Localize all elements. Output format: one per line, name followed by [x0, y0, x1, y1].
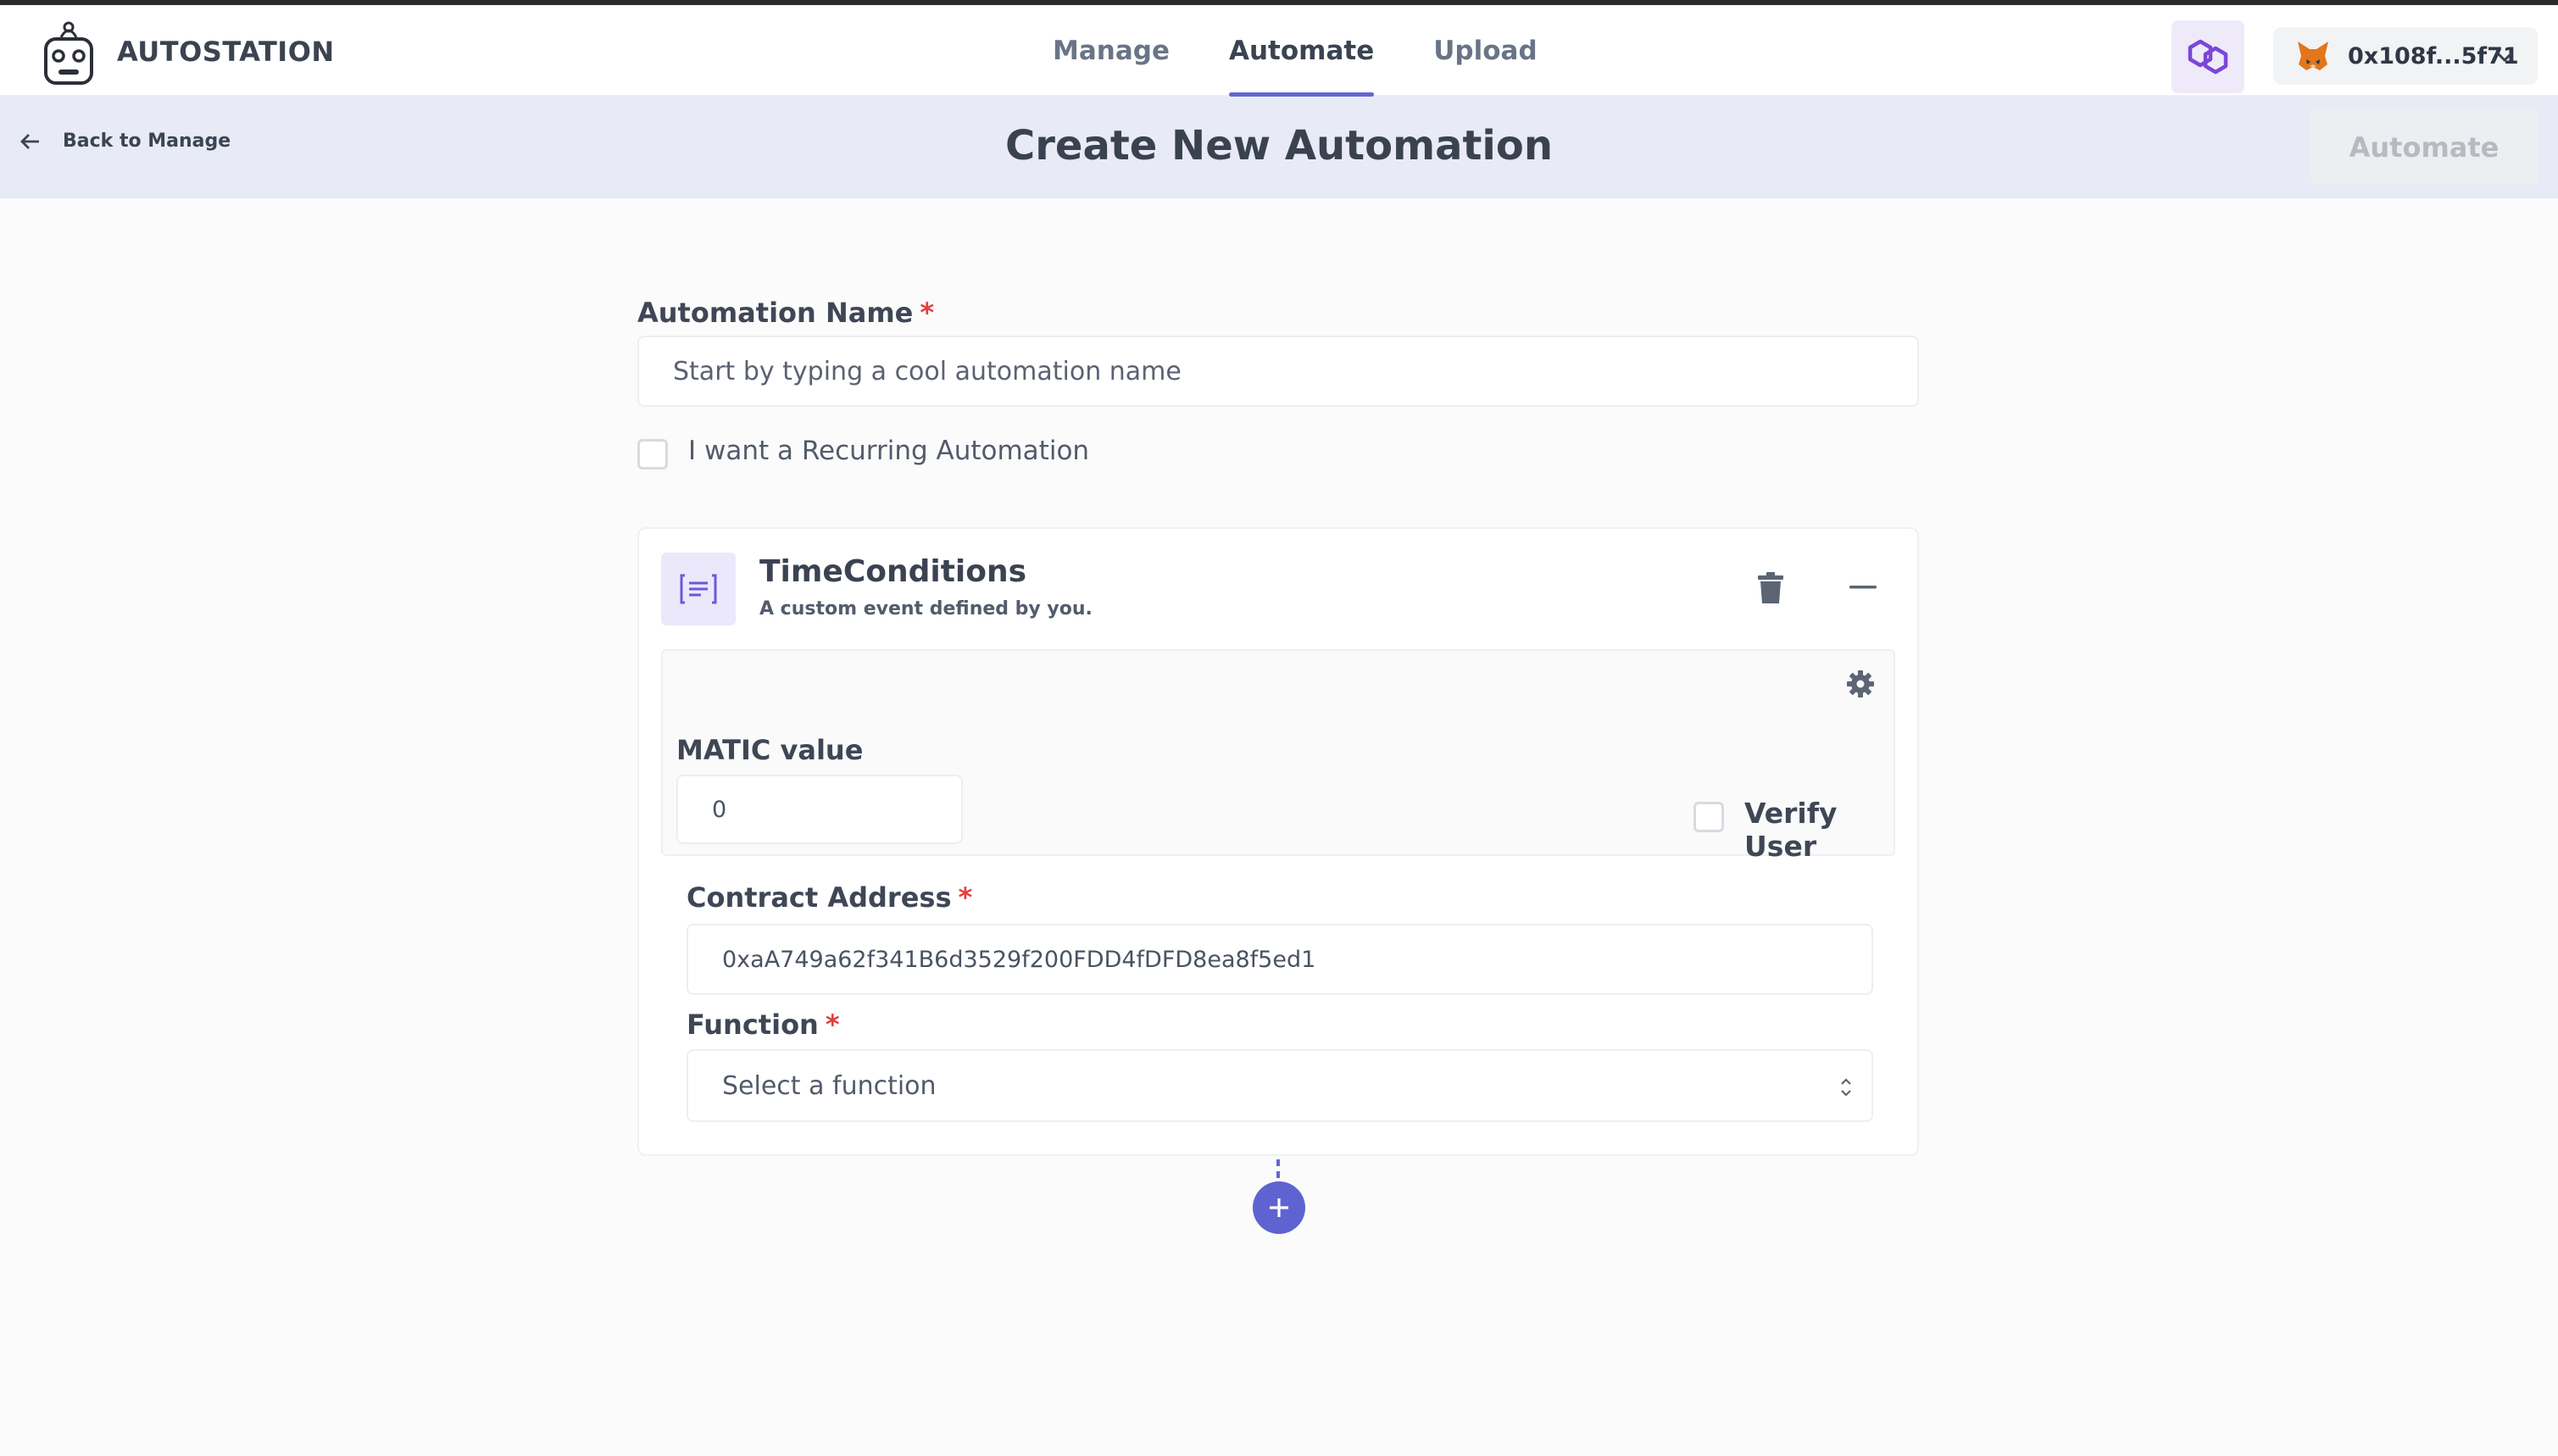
plus-icon [1270, 1198, 1288, 1217]
function-select-value: Select a function [722, 1070, 937, 1101]
contract-address-label: Contract Address * [687, 881, 972, 914]
required-mark: * [920, 297, 935, 329]
params-panel: MATIC value Verify User [661, 649, 1895, 863]
gear-icon[interactable] [1846, 670, 1875, 698]
page-title: Create New Automation [1004, 122, 1554, 169]
app-header: AUTOSTATION Manage Automate Upload 0x108… [0, 5, 2558, 97]
card-title: TimeConditions [759, 554, 1027, 589]
automation-name-input[interactable] [637, 336, 1919, 407]
brand-name: AUTOSTATION [117, 36, 335, 68]
recurring-label: I want a Recurring Automation [688, 436, 1090, 466]
verify-user-checkbox[interactable] [1693, 802, 1724, 832]
recurring-checkbox[interactable] [637, 439, 668, 470]
add-step-button[interactable] [1253, 1181, 1305, 1234]
metamask-fox-icon [2298, 42, 2328, 70]
automate-button[interactable]: Automate [2311, 110, 2538, 185]
polygon-icon [2188, 39, 2228, 75]
tab-automate[interactable]: Automate [1219, 5, 1384, 97]
main-nav: Manage Automate Upload [1043, 5, 1587, 97]
contract-address-label-text: Contract Address [687, 881, 952, 914]
robot-logo-icon[interactable] [42, 19, 95, 88]
chevron-down-icon [2495, 51, 2514, 63]
event-icon-tile [661, 553, 736, 625]
collapse-icon[interactable] [1849, 585, 1877, 590]
matic-value-label: MATIC value [676, 734, 864, 766]
flow-connector [1276, 1159, 1280, 1178]
tab-upload[interactable]: Upload [1423, 5, 1547, 97]
event-list-icon [680, 574, 717, 604]
function-label: Function * [687, 1009, 840, 1041]
automation-name-label-text: Automation Name [637, 297, 914, 329]
required-mark: * [958, 881, 973, 914]
verify-user-label: Verify User [1744, 797, 1838, 863]
action-card: TimeConditions A custom event defined by… [637, 527, 1919, 1156]
trash-icon[interactable] [1756, 571, 1785, 605]
required-mark: * [825, 1009, 840, 1041]
contract-address-input[interactable] [687, 924, 1873, 995]
wallet-button[interactable]: 0x108f...5f71 [2273, 27, 2538, 85]
tab-manage[interactable]: Manage [1043, 5, 1180, 97]
function-select[interactable]: Select a function [687, 1049, 1873, 1122]
network-button[interactable] [2172, 20, 2244, 93]
page-subheader: Back to Manage Create New Automation Aut… [0, 97, 2558, 198]
card-subtitle: A custom event defined by you. [759, 598, 1093, 620]
automation-name-label: Automation Name * [637, 297, 934, 329]
matic-value-input[interactable] [676, 775, 963, 844]
function-label-text: Function [687, 1009, 819, 1041]
select-arrows-icon [1841, 1078, 1851, 1097]
